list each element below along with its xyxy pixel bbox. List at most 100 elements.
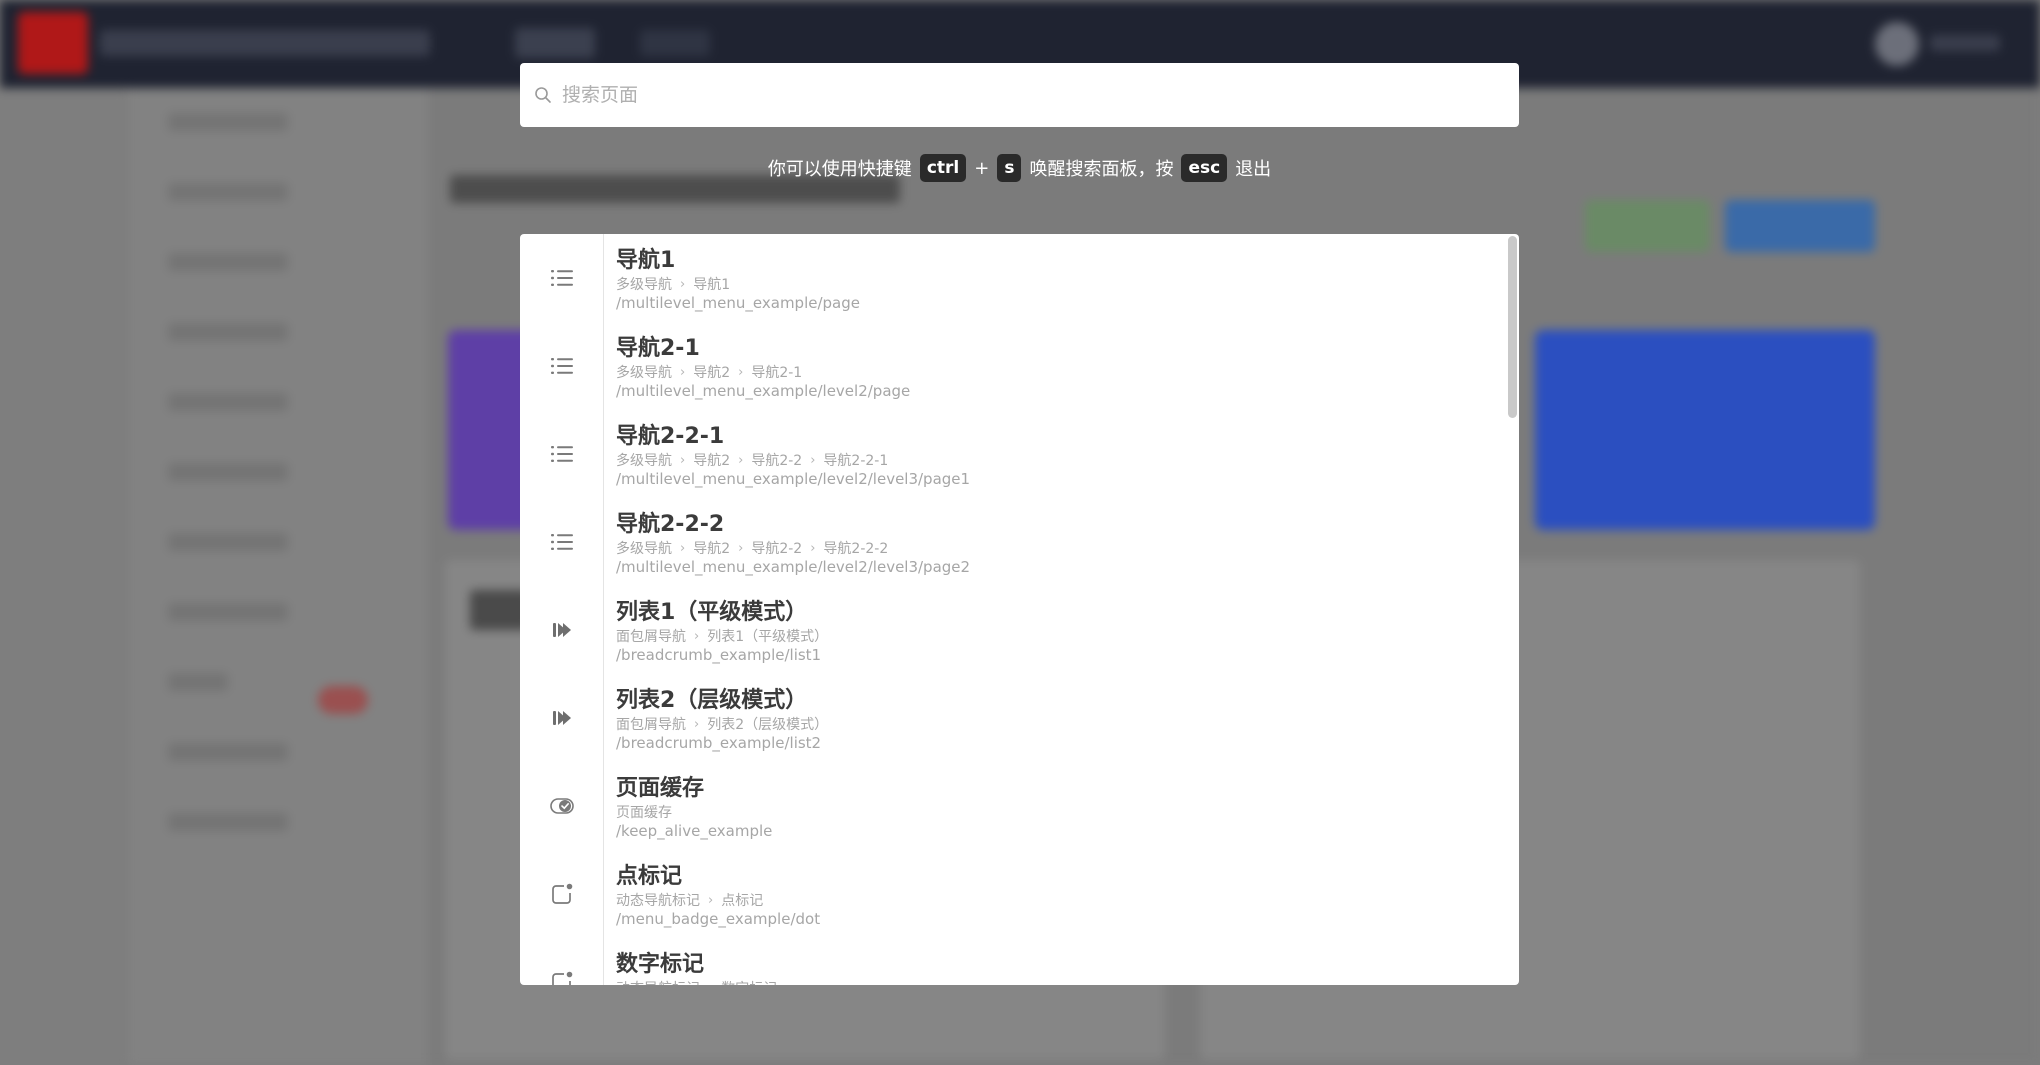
breadcrumb-item: 面包屑导航 (616, 629, 686, 645)
result-breadcrumb: 页面缓存 (616, 802, 672, 822)
hint-text: 退出 (1235, 159, 1272, 180)
breadcrumb-item: 页面缓存 (616, 805, 672, 821)
search-bar[interactable] (520, 63, 1519, 127)
background-logo (18, 12, 88, 74)
breadcrumb-item: 点标记 (721, 893, 764, 909)
search-results-list[interactable]: 导航1 多级导航 › 导航1/multilevel_menu_example/page… (520, 234, 1519, 985)
shortcut-hint: 你可以使用快捷键 ctrl + s 唤醒搜索面板，按 esc 退出 (520, 152, 1519, 184)
result-breadcrumb: 动态导航标记 › 数字标记 (616, 978, 777, 986)
result-breadcrumb: 面包屑导航 › 列表1（平级模式） (616, 626, 828, 646)
result-path: /menu_badge_example/dot (616, 910, 821, 928)
result-item[interactable]: 导航2-2-1 多级导航 › 导航2 › 导航2-2 › 导航2-2-1/multilevel… (520, 410, 1519, 498)
toggle-check-icon (520, 762, 603, 850)
result-item[interactable]: 数字标记动态导航标记›数字标记 (520, 938, 1519, 985)
breadcrumb-item: 多级导航 (616, 453, 672, 469)
result-title: 数字标记 (616, 952, 705, 977)
breadcrumb-item: 导航2-2-2 (823, 541, 889, 557)
breadcrumb-item: 面包屑导航 (616, 717, 686, 733)
result-title: 导航2-1 (616, 336, 700, 361)
result-title: 导航2-2-1 (616, 424, 725, 449)
result-path: /breadcrumb_example/list1 (616, 646, 822, 664)
breadcrumb-item: 多级导航 (616, 541, 672, 557)
breadcrumb-item: 导航2-2 (751, 453, 803, 469)
breadcrumb-item: 列表2（层级模式） (707, 717, 829, 733)
result-breadcrumb: 多级导航 › 导航2 › 导航2-2 › 导航2-2-2 (616, 538, 888, 558)
result-item[interactable]: 导航2-2-2 多级导航 › 导航2 › 导航2-2 › 导航2-2-2/multilevel… (520, 498, 1519, 586)
background-button (1585, 200, 1710, 252)
breadcrumb-item: 动态导航标记 (616, 978, 700, 985)
list-icon (520, 498, 603, 586)
badge-dot-icon (520, 850, 603, 938)
breadcrumb-item: 列表1（平级模式） (707, 629, 829, 645)
search-input[interactable] (560, 74, 1519, 116)
breadcrumb-item: 动态导航标记 (616, 893, 700, 909)
key-ctrl: ctrl (919, 154, 967, 182)
breadcrumb-separator-icon: › (694, 716, 700, 732)
background-sidebar (128, 88, 428, 1065)
key-s: s (997, 154, 1022, 182)
breadcrumb-separator-icon: › (738, 540, 744, 556)
list-icon (520, 322, 603, 410)
result-path: /breadcrumb_example/list2 (616, 734, 822, 752)
breadcrumb-item: 导航1 (693, 277, 731, 293)
result-item[interactable]: 页面缓存 页面缓存/keep_alive_example (520, 762, 1519, 850)
background-tab (515, 28, 595, 58)
background-button (1725, 200, 1875, 252)
breadcrumb-item: 导航2 (693, 541, 731, 557)
search-icon (534, 86, 552, 104)
result-title: 列表1（平级模式） (616, 600, 808, 625)
result-item[interactable]: 点标记 动态导航标记 › 点标记/menu_badge_example/dot (520, 850, 1519, 938)
breadcrumb-separator-icon: › (680, 452, 686, 468)
result-breadcrumb: 多级导航 › 导航2 › 导航2-1 (616, 362, 802, 382)
breadcrumb-separator-icon: › (680, 540, 686, 556)
result-item[interactable]: 列表2（层级模式） 面包屑导航 › 列表2（层级模式）/breadcrumb_exam… (520, 674, 1519, 762)
forward-icon (520, 586, 603, 674)
result-path: /multilevel_menu_example/level2/level3/p… (616, 470, 971, 488)
breadcrumb-separator-icon: › (680, 364, 686, 380)
breadcrumb-item: 导航2 (693, 453, 731, 469)
result-breadcrumb: 动态导航标记 › 点标记 (616, 890, 763, 910)
background-app-title (100, 30, 430, 56)
result-breadcrumb: 面包屑导航 › 列表2（层级模式） (616, 714, 828, 734)
result-path: /multilevel_menu_example/level2/page (616, 382, 911, 400)
breadcrumb-separator-icon: › (708, 892, 714, 908)
result-title: 列表2（层级模式） (616, 688, 808, 713)
breadcrumb-separator-icon: › (708, 981, 713, 986)
result-item[interactable]: 导航1 多级导航 › 导航1/multilevel_menu_example/page (520, 234, 1519, 322)
hint-text: 你可以使用快捷键 (767, 159, 912, 180)
breadcrumb-separator-icon: › (810, 452, 816, 468)
result-title: 页面缓存 (616, 776, 705, 801)
background-tab (640, 30, 710, 56)
background-avatar (1875, 22, 1919, 66)
breadcrumb-item: 导航2 (693, 365, 731, 381)
breadcrumb-separator-icon: › (680, 276, 686, 292)
result-title: 导航2-2-2 (616, 512, 725, 537)
forward-icon (520, 674, 603, 762)
breadcrumb-item: 多级导航 (616, 365, 672, 381)
background-card (1535, 330, 1875, 530)
breadcrumb-separator-icon: › (694, 628, 700, 644)
background-username (1930, 35, 2000, 51)
breadcrumb-item: 导航2-1 (751, 365, 803, 381)
result-breadcrumb: 多级导航 › 导航2 › 导航2-2 › 导航2-2-1 (616, 450, 888, 470)
list-icon (520, 234, 603, 322)
list-icon (520, 410, 603, 498)
result-path: /multilevel_menu_example/page (616, 294, 860, 312)
breadcrumb-separator-icon: › (738, 364, 744, 380)
key-esc: esc (1181, 154, 1228, 182)
breadcrumb-separator-icon: › (810, 540, 816, 556)
hint-plus: + (974, 157, 990, 179)
result-path: /keep_alive_example (616, 822, 773, 840)
breadcrumb-item: 多级导航 (616, 277, 672, 293)
result-title: 导航1 (616, 248, 676, 273)
result-title: 点标记 (616, 864, 683, 889)
result-breadcrumb: 多级导航 › 导航1 (616, 274, 730, 294)
hint-text: 唤醒搜索面板，按 (1029, 159, 1174, 180)
result-item[interactable]: 导航2-1 多级导航 › 导航2 › 导航2-1/multilevel_menu_exam… (520, 322, 1519, 410)
breadcrumb-separator-icon: › (738, 452, 744, 468)
result-path: /multilevel_menu_example/level2/level3/p… (616, 558, 971, 576)
result-item[interactable]: 列表1（平级模式） 面包屑导航 › 列表1（平级模式）/breadcrumb_exam… (520, 586, 1519, 674)
breadcrumb-item: 导航2-2-1 (823, 453, 889, 469)
badge-dot-icon (520, 938, 603, 985)
breadcrumb-item: 导航2-2 (751, 541, 803, 557)
